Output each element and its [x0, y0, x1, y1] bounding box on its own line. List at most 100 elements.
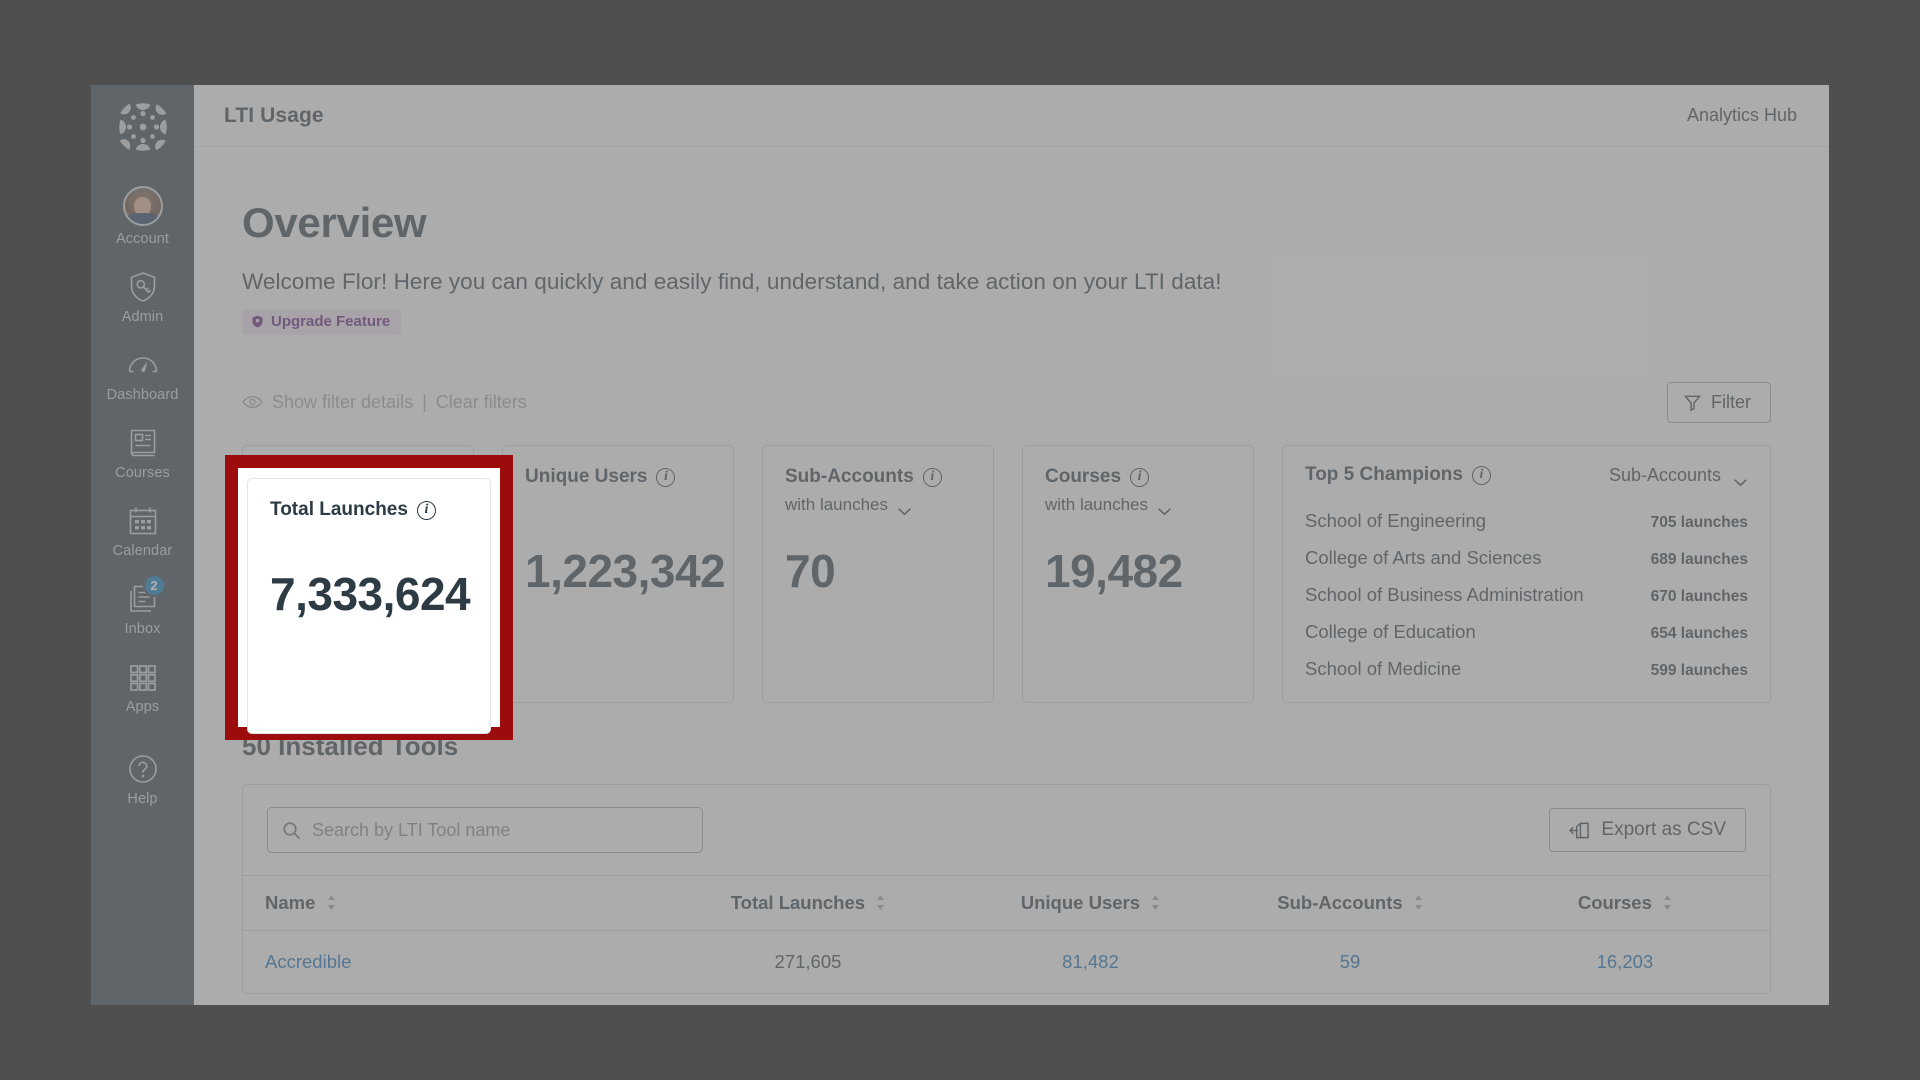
question-circle-icon — [126, 752, 160, 786]
sidebar-item-account[interactable]: Account — [91, 175, 194, 259]
screenshot-stage: Account Admin Dashboard Courses Calendar… — [0, 0, 1920, 1080]
column-header-label: Name — [265, 892, 316, 913]
installed-tools-panel: Export as CSV Name — [242, 784, 1771, 994]
clear-filters-link[interactable]: Clear filters — [436, 392, 527, 413]
champion-name: School of Engineering — [1305, 509, 1487, 531]
list-item: School of Business Administration 670 la… — [1305, 576, 1748, 613]
champion-launches: 654 launches — [1650, 624, 1748, 642]
sidebar-item-apps[interactable]: Apps — [91, 649, 194, 727]
tool-unique-users-link[interactable]: 81,482 — [1062, 951, 1119, 972]
sort-arrows-icon — [1414, 893, 1423, 910]
champion-launches: 689 launches — [1650, 550, 1748, 568]
sidebar-item-help[interactable]: Help — [91, 741, 194, 819]
champion-name: School of Medicine — [1305, 657, 1462, 679]
list-item: College of Arts and Sciences 689 launche… — [1305, 539, 1748, 576]
stat-card-header: Total Launches i — [270, 499, 468, 521]
sidebar-item-calendar[interactable]: Calendar — [91, 493, 194, 571]
stat-card-courses[interactable]: Courses i with launches 19,482 — [1022, 445, 1254, 703]
info-icon[interactable]: i — [656, 467, 676, 487]
list-item: School of Medicine 599 launches — [1305, 650, 1748, 687]
stat-card-total-launches-highlighted[interactable]: Total Launches i 7,333,624 — [247, 478, 491, 734]
stat-card-title: Sub-Accounts — [785, 466, 914, 487]
highlight-annotation-box: Total Launches i 7,333,624 — [225, 455, 513, 740]
table-header: Name Total Launches Unique Users Sub-Acc… — [243, 875, 1770, 931]
canvas-logo[interactable] — [115, 99, 171, 155]
info-icon[interactable]: i — [922, 467, 942, 487]
chevron-down-icon — [1733, 471, 1748, 486]
info-icon[interactable]: i — [416, 500, 436, 520]
sort-arrows-icon — [327, 893, 336, 910]
export-csv-button[interactable]: Export as CSV — [1549, 808, 1746, 852]
stat-card-header: Unique Users i — [525, 466, 711, 488]
column-header-name[interactable]: Name — [243, 875, 656, 931]
sidebar-item-courses[interactable]: Courses — [91, 415, 194, 493]
stat-card-sub-accounts[interactable]: Sub-Accounts i with launches 70 — [762, 445, 994, 703]
stat-card-title: Courses — [1045, 466, 1122, 487]
welcome-message: Welcome Flor! Here you can quickly and e… — [242, 269, 1222, 294]
column-header-unique-users[interactable]: Unique Users — [960, 875, 1221, 931]
avatar — [122, 186, 163, 226]
sidebar-item-dashboard[interactable]: Dashboard — [91, 337, 194, 415]
analytics-hub-label[interactable]: Analytics Hub — [1687, 105, 1797, 126]
upgrade-feature-pill[interactable]: Upgrade Feature — [242, 309, 402, 335]
table-row[interactable]: Accredible 271,605 81,482 59 16,203 — [243, 931, 1770, 994]
sort-arrows-icon — [1151, 893, 1160, 910]
installed-tools-table: Name Total Launches Unique Users Sub-Acc… — [243, 875, 1770, 993]
calendar-icon — [126, 504, 160, 538]
page-header-title: LTI Usage — [224, 103, 324, 127]
page-title: Overview — [242, 199, 427, 246]
stat-card-subtitle-row[interactable]: with launches — [1045, 495, 1231, 515]
sidebar-item-inbox[interactable]: 2 Inbox — [91, 571, 194, 649]
inbox-unread-badge: 2 — [142, 573, 166, 597]
shield-key-icon — [126, 270, 160, 304]
stat-card-value: 1,223,342 — [525, 545, 726, 597]
champions-list: School of Engineering 705 launches Colle… — [1305, 502, 1748, 687]
sidebar-item-label: Calendar — [112, 542, 173, 559]
filter-links: Show filter details | Clear filters — [242, 392, 527, 413]
chevron-down-icon[interactable] — [897, 501, 912, 515]
grid-icon — [126, 660, 160, 694]
sidebar-item-label: Dashboard — [106, 386, 179, 403]
tool-courses-link[interactable]: 16,203 — [1597, 951, 1654, 972]
stat-card-value: 70 — [785, 545, 836, 597]
champion-launches: 670 launches — [1650, 587, 1748, 605]
chevron-down-icon[interactable] — [1157, 501, 1172, 515]
tool-sub-accounts-link[interactable]: 59 — [1340, 951, 1361, 972]
tool-total-launches: 271,605 — [774, 951, 842, 972]
info-icon[interactable]: i — [1130, 467, 1150, 487]
global-nav-sidebar: Account Admin Dashboard Courses Calendar… — [91, 85, 194, 1005]
stat-card-unique-users[interactable]: Unique Users i 1,223,342 — [502, 445, 734, 703]
sort-arrows-icon — [1663, 893, 1672, 910]
filter-button[interactable]: Filter — [1667, 381, 1771, 423]
champion-name: College of Education — [1305, 620, 1476, 642]
info-icon[interactable]: i — [1471, 465, 1491, 485]
table-body: Accredible 271,605 81,482 59 16,203 — [243, 931, 1770, 994]
champions-scope-select[interactable]: Sub-Accounts — [1609, 465, 1748, 486]
champion-name: School of Business Administration — [1305, 583, 1584, 605]
sidebar-item-label: Admin — [121, 308, 164, 325]
search-input-wrapper[interactable] — [267, 807, 703, 853]
sidebar-item-label: Help — [127, 790, 158, 807]
sidebar-item-label: Account — [115, 231, 170, 247]
stat-card-title: Total Launches — [270, 499, 408, 520]
eye-icon — [242, 395, 263, 409]
book-icon — [126, 426, 160, 460]
tool-name-link[interactable]: Accredible — [265, 951, 351, 972]
column-header-courses[interactable]: Courses — [1479, 875, 1770, 931]
search-input[interactable] — [312, 819, 688, 841]
export-csv-label: Export as CSV — [1601, 819, 1726, 840]
column-header-total-launches[interactable]: Total Launches — [655, 875, 961, 931]
list-item: School of Engineering 705 launches — [1305, 502, 1748, 539]
show-filter-details-link[interactable]: Show filter details — [272, 392, 413, 413]
stat-card-header: Courses i — [1045, 466, 1231, 488]
funnel-icon — [1683, 393, 1702, 412]
stat-card-subtitle-row[interactable]: with launches — [785, 495, 971, 515]
stat-card-header: Sub-Accounts i — [785, 466, 971, 488]
column-header-label: Unique Users — [1020, 892, 1141, 913]
filter-links-separator: | — [422, 391, 427, 412]
tools-toolbar: Export as CSV — [243, 785, 1770, 875]
stat-card-title: Unique Users — [525, 466, 648, 487]
filter-button-label: Filter — [1711, 391, 1751, 412]
column-header-sub-accounts[interactable]: Sub-Accounts — [1220, 875, 1480, 931]
sidebar-item-admin[interactable]: Admin — [91, 259, 194, 337]
